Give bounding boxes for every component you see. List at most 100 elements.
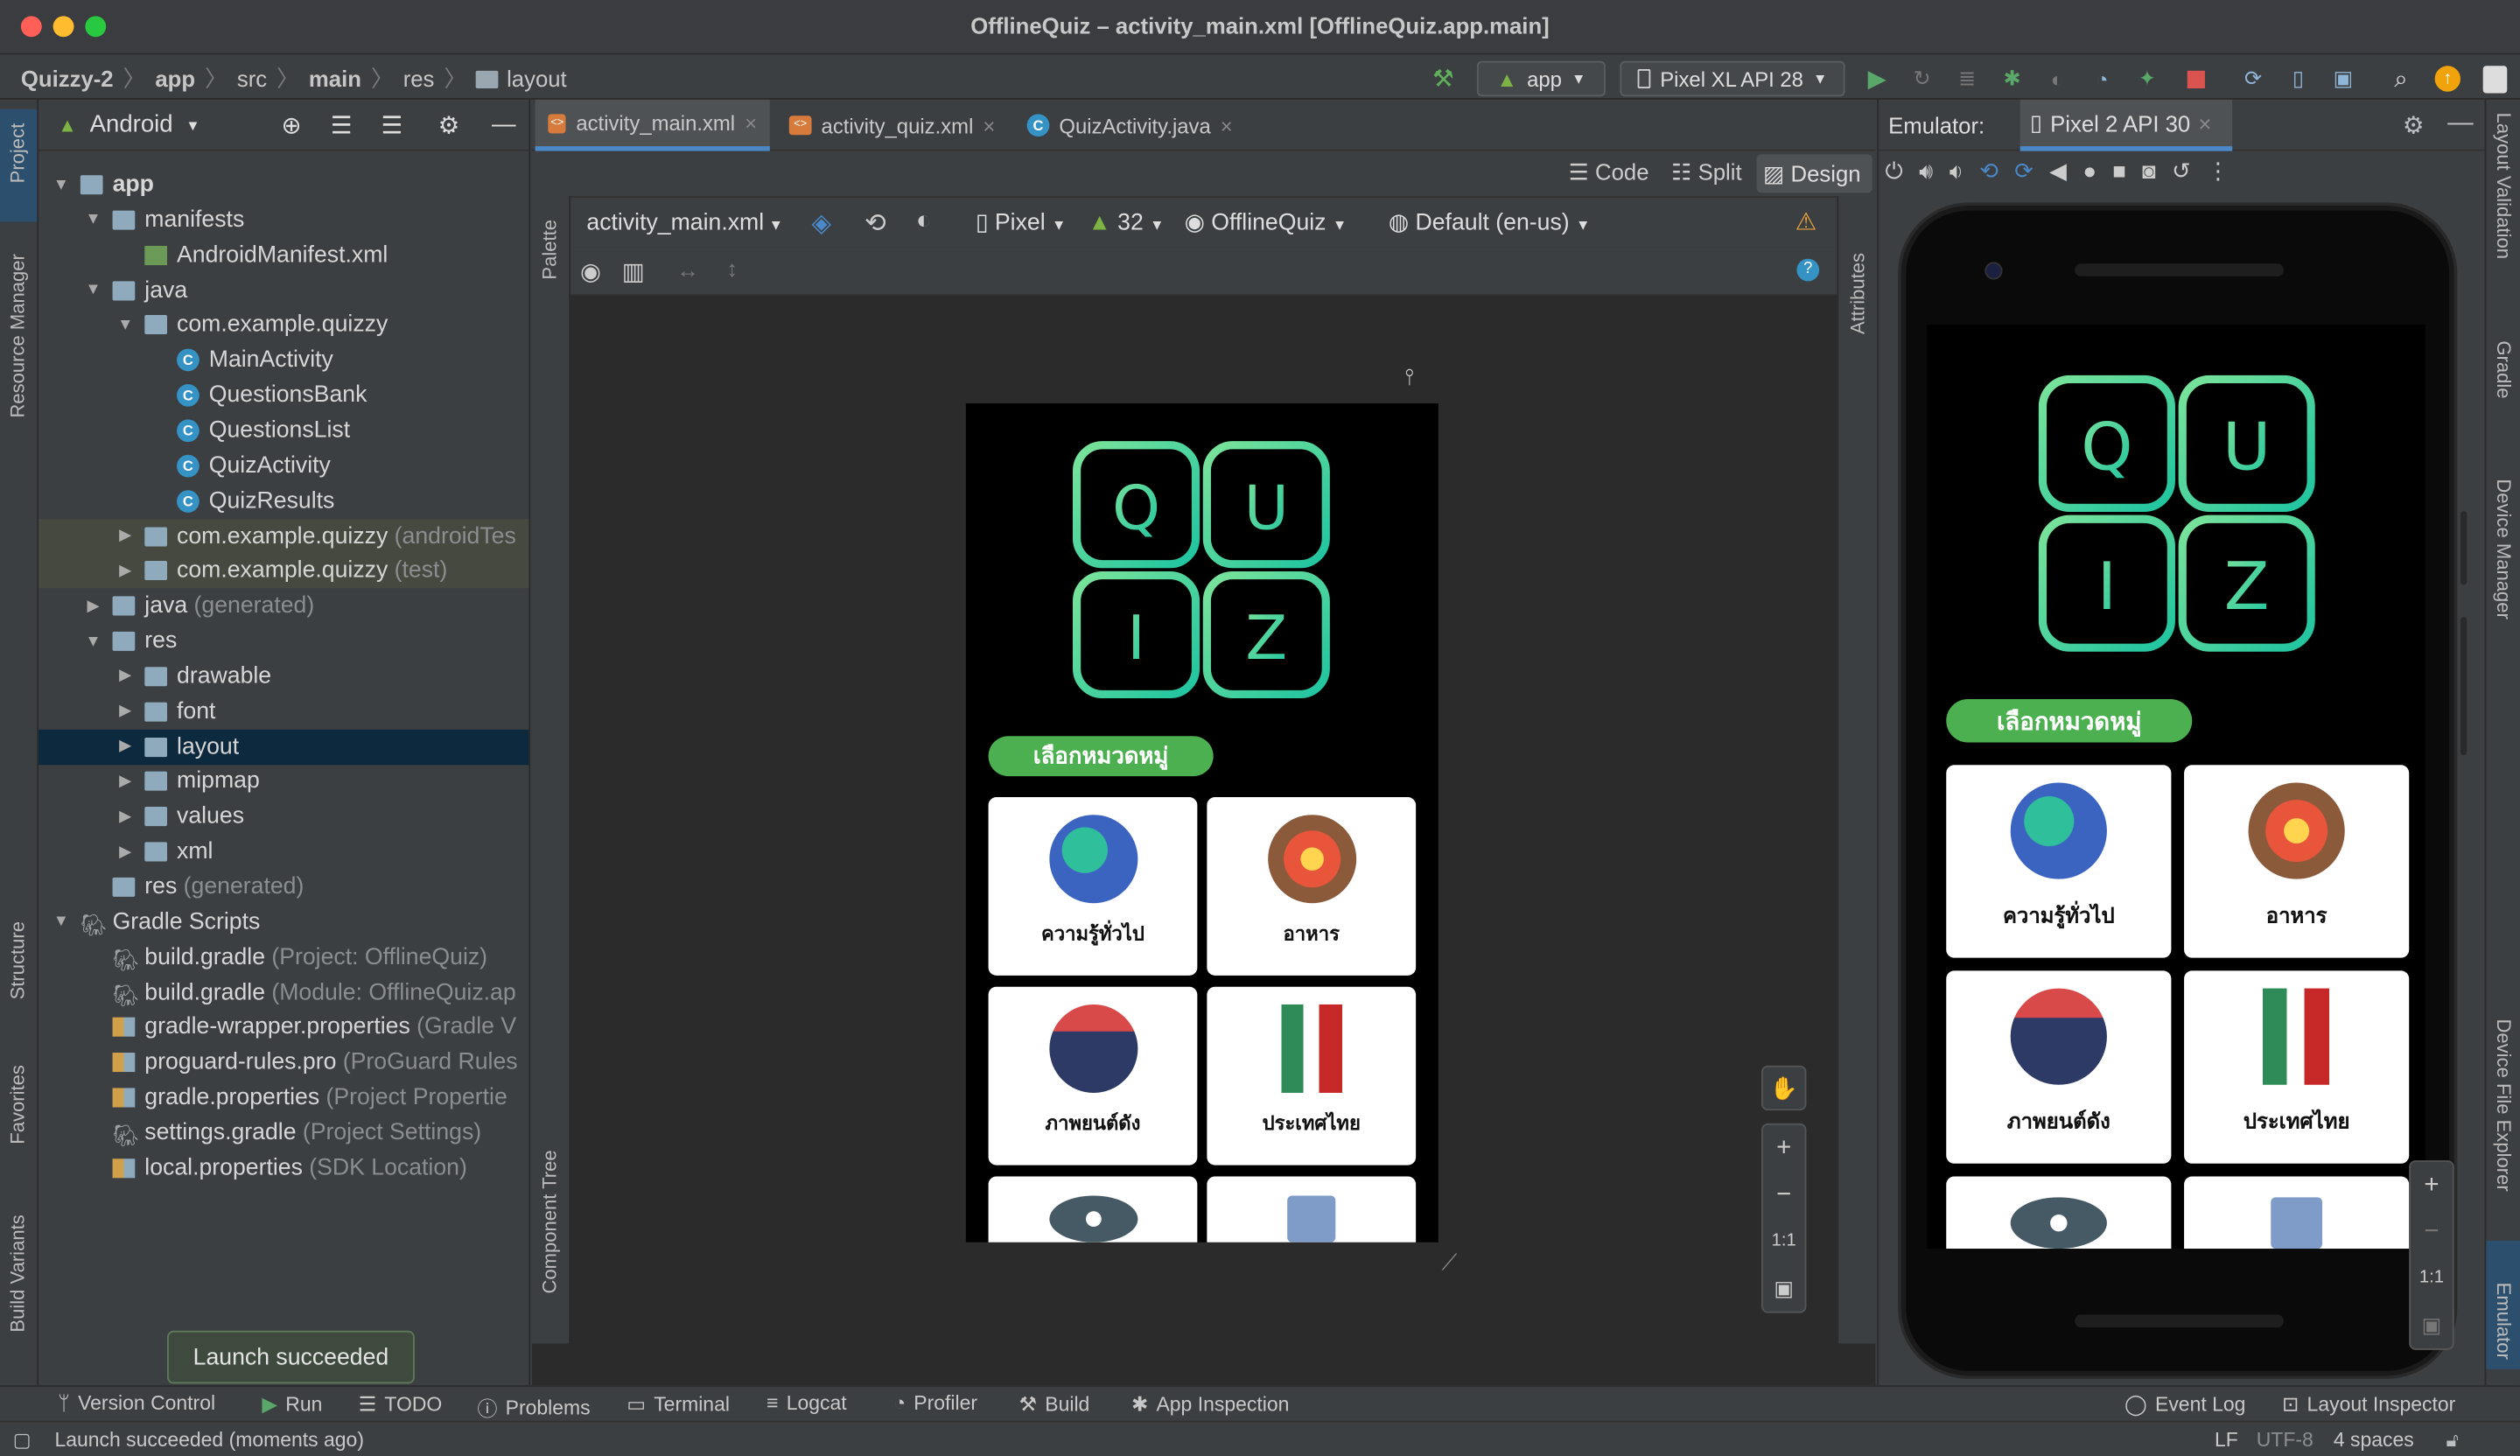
tree-item-gradle-scripts[interactable]: ▼ 🐘︎ Gradle Scripts [38,905,528,940]
tree-item-properties-file[interactable]: proguard-rules.pro (ProGuard Rules [38,1045,528,1080]
zoom-fit-icon[interactable]: ▣ [2411,1302,2453,1348]
breadcrumb-item[interactable]: Quizzy-2 〉 [21,63,156,95]
rotate-left-icon[interactable]: ⟲ [1979,158,1998,185]
tree-item-manifests[interactable]: ▼ manifests [38,202,528,237]
sync-gradle-icon[interactable]: ⟳ [2237,61,2270,96]
tool-window-label[interactable]: Gradle [2493,340,2516,398]
design-view-button[interactable]: ▨ Design [1756,154,1872,193]
avatar[interactable] [2478,61,2510,96]
chevron-down-icon[interactable]: ▼ [84,211,103,228]
tool-window-label[interactable]: Project [6,123,29,184]
tool-profiler[interactable]: ◔ Profiler [893,1392,977,1415]
collapse-all-icon[interactable]: ☰ [381,110,402,139]
tree-item-class[interactable]: C QuestionsBank [38,378,528,413]
device-select[interactable]: ▯ Pixel ▼ [976,211,1066,236]
tree-item-class[interactable]: C QuizResults [38,483,528,518]
category-card-food[interactable]: อาหาร [1207,797,1417,976]
panel-toggle-icon[interactable]: ▢ [13,1429,32,1452]
category-card-thailand[interactable]: ประเทศไทย [1207,986,1417,1166]
warning-icon[interactable]: ⚠ [1796,207,1817,236]
minimize-icon[interactable]: — [492,111,516,138]
chevron-down-icon[interactable]: ▼ [84,633,103,650]
api-select[interactable]: ▲ 32 ▼ [1088,211,1164,236]
chevron-right-icon[interactable]: ▶ [116,703,135,720]
chevron-right-icon[interactable]: ▶ [84,598,103,615]
zoom-in-button[interactable]: + [2411,1162,2453,1208]
tool-window-label[interactable]: Favorites [6,1065,29,1144]
sdk-manager-icon[interactable]: ▣ [2328,61,2360,96]
chevron-down-icon[interactable]: ▼ [52,176,71,193]
tree-item-package[interactable]: ▶ com.example.quizzy (test) [38,553,529,589]
debug-icon[interactable]: ✱ [1996,61,2028,96]
zoom-in-button[interactable]: + [1763,1125,1805,1172]
tool-run[interactable]: ▶ Run [262,1392,322,1417]
close-icon[interactable]: × [2198,110,2211,136]
device-manager-icon[interactable]: ▯ [2282,61,2314,96]
side-button[interactable] [2460,511,2468,585]
apply-changes-icon[interactable]: ↻ [1906,61,1938,96]
tool-window-label[interactable]: Structure [6,921,29,999]
tab-activity-main[interactable]: <> activity_main.xml × [535,99,770,151]
attributes-tab[interactable]: Attributes [1846,253,1869,334]
target-icon[interactable]: ⊕ [282,110,302,139]
volume-up-icon[interactable]: 🔊︎ [1919,158,1933,185]
theme-select[interactable]: ◉ OfflineQuiz ▼ [1185,211,1348,236]
category-card-movies[interactable]: ภาพยนต์ดัง [1946,970,2172,1164]
profile-icon[interactable]: ◔ [2086,61,2118,96]
tree-item-package[interactable]: ▶ com.example.quizzy (androidTes [38,518,529,554]
tree-item-res-generated[interactable]: res (generated) [38,870,528,905]
more-icon[interactable]: ⋮ [2207,158,2230,185]
tree-item-class[interactable]: C MainActivity [38,343,528,378]
chevron-down-icon[interactable]: ▼ [116,317,135,334]
tool-event-log[interactable]: ◯ Event Log [2124,1392,2245,1417]
stop-icon[interactable] [2182,61,2208,96]
chevron-right-icon[interactable]: ▶ [116,844,135,861]
code-view-button[interactable]: ☰ Code [1569,159,1649,186]
file-encoding[interactable]: UTF-8 [2257,1429,2314,1452]
tool-logcat[interactable]: ≡ Logcat [766,1392,847,1415]
tree-item-mipmap[interactable]: ▶ mipmap [38,764,528,799]
category-card-general[interactable]: ความรู้ทั่วไป [1946,765,2172,958]
layers-icon[interactable]: ◈ [812,207,832,240]
chevron-right-icon[interactable]: ▶ [116,808,135,825]
tree-item-gradle-file[interactable]: 🐘︎ settings.gradle (Project Settings) [38,1116,528,1151]
tool-app-inspection[interactable]: ✱ App Inspection [1131,1392,1289,1417]
category-card-partial[interactable] [2184,1176,2410,1250]
category-card-partial[interactable] [988,1176,1198,1242]
coverage-icon[interactable]: ✦ [2131,61,2163,96]
build-hammer-icon[interactable]: ⚒ [1427,61,1460,96]
attach-debugger-icon[interactable]: ◐ [2041,61,2074,96]
tree-item-font[interactable]: ▶ font [38,694,528,729]
close-icon[interactable]: × [983,113,995,137]
gear-icon[interactable]: ⚙ [2403,111,2425,140]
tree-item-properties-file[interactable]: gradle-wrapper.properties (Gradle V [38,1010,528,1045]
minimize-icon[interactable]: — [2447,109,2473,138]
overview-icon[interactable]: ■ [2112,158,2126,185]
breadcrumb-item[interactable]: src 〉 [237,63,309,95]
home-icon[interactable]: ● [2082,158,2096,185]
lock-icon[interactable]: 🔓︎ [2446,1429,2458,1453]
palette-tab[interactable]: Palette [538,220,561,280]
update-icon[interactable]: ↑ [2433,61,2462,96]
split-view-button[interactable]: ☷ Split [1671,159,1741,186]
category-card-food[interactable]: อาหาร [2184,765,2410,958]
chevron-right-icon[interactable]: ▶ [116,563,135,580]
category-card-general[interactable]: ความรู้ทั่วไป [988,797,1198,976]
layout-file-select[interactable]: activity_main.xml ▼ [586,211,783,236]
tree-item-gradle-file[interactable]: 🐘︎ build.gradle (Project: OfflineQuiz) [38,940,528,975]
tree-item-layout[interactable]: ▶ layout [38,729,529,765]
tool-terminal[interactable]: ▭ Terminal [626,1392,730,1417]
chevron-down-icon[interactable]: ▼ [84,282,103,299]
tab-quiz-activity-java[interactable]: C QuizActivity.java × [1014,100,1256,151]
power-icon[interactable]: ⏻ [1885,158,1902,185]
tool-layout-inspector[interactable]: ⊡ Layout Inspector [2282,1392,2455,1417]
tree-item-drawable[interactable]: ▶ drawable [38,659,528,694]
category-card-movies[interactable]: ภาพยนต์ดัง [988,986,1198,1166]
zoom-actual-button[interactable]: 1:1 [1763,1218,1805,1264]
back-icon[interactable]: ◀ [2049,158,2067,185]
chevron-down-icon[interactable]: ▼ [52,914,71,931]
tool-window-label[interactable]: Device Manager [2493,479,2516,619]
zoom-actual-button[interactable]: 1:1 [2411,1255,2453,1301]
snapshot-icon[interactable]: ↺ [2172,158,2191,185]
breadcrumb-item[interactable]: main 〉 [309,63,403,95]
